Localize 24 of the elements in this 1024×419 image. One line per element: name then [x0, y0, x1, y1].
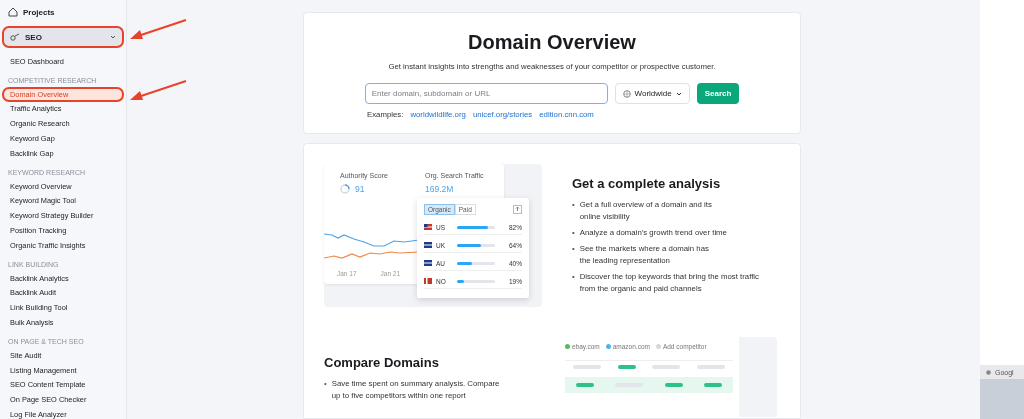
placeholder-bar [617, 365, 636, 369]
globe-icon [622, 89, 631, 98]
placeholder-bar [575, 383, 594, 387]
section-title: Compare Domains [324, 355, 440, 370]
export-icon [513, 205, 522, 214]
placeholder-bar [704, 383, 723, 387]
domain-input[interactable]: Enter domain, subdomain or URL [364, 83, 608, 104]
projects-link[interactable]: Projects [0, 0, 126, 24]
authority-value: 91 [355, 184, 365, 194]
chevron-icon [675, 91, 682, 96]
section-title: Get a complete analysis [572, 176, 722, 191]
placeholder-bar [664, 383, 683, 387]
flag-icon [424, 278, 432, 284]
flag-icon [424, 224, 432, 230]
page-title: Domain Overview [468, 31, 636, 54]
home-icon [8, 7, 18, 17]
score-ring-icon [340, 184, 350, 194]
flag-icon [424, 242, 432, 248]
chevron-icon [110, 35, 116, 39]
flag-icon [424, 260, 432, 266]
traffic-value: 169.2M [425, 184, 454, 194]
annotation-arrow [128, 78, 188, 103]
annotation-arrow [128, 18, 188, 42]
region-dropdown[interactable]: Worldwide [614, 83, 690, 104]
